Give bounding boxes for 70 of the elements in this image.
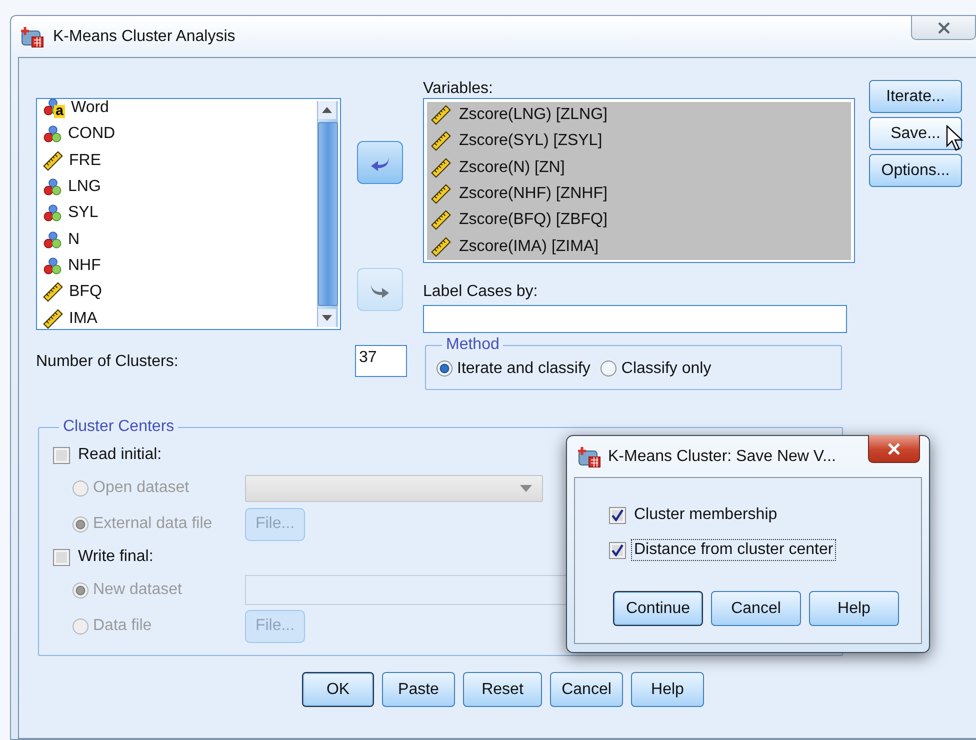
option-label: Iterate and classify — [457, 360, 590, 378]
method-group: Method Iterate and classify Classify only — [425, 336, 842, 390]
radio-button[interactable] — [436, 360, 453, 377]
dialog-button[interactable]: OK — [302, 672, 374, 707]
window-title: K-Means Cluster Analysis — [53, 28, 236, 46]
app-icon — [19, 24, 45, 48]
close-icon — [936, 22, 950, 34]
option-label: Classify only — [621, 360, 712, 378]
variables-label: Variables: — [423, 80, 493, 98]
variable-item[interactable]: BFQ — [43, 279, 315, 306]
checkbox-label: Write final: — [78, 548, 154, 566]
variable-item[interactable]: N — [43, 226, 315, 253]
option-label: New dataset — [93, 581, 182, 599]
dialog-button[interactable]: Reset — [463, 672, 542, 707]
checkbox-label: Read initial: — [78, 446, 162, 464]
dialog-button[interactable]: Continue — [613, 591, 703, 626]
dialog-button[interactable]: Cancel — [711, 591, 801, 626]
variable-item[interactable]: Zscore(NHF) [ZNHF] — [427, 180, 851, 208]
dialog-title: K-Means Cluster: Save New V... — [608, 448, 836, 466]
scroll-up-icon — [322, 107, 332, 113]
radio-button[interactable] — [72, 516, 89, 532]
variable-item[interactable]: COND — [43, 121, 315, 148]
dialog-button[interactable]: Cancel — [550, 672, 623, 707]
dropdown-caret-icon — [520, 484, 532, 492]
variable-item[interactable]: a Word — [43, 99, 315, 122]
variable-item[interactable]: Zscore(IMA) [ZIMA] — [427, 233, 851, 260]
checkbox-label: Cluster membership — [633, 505, 778, 525]
checkbox[interactable] — [609, 506, 626, 524]
radio-button[interactable] — [600, 360, 618, 377]
nominal-variable-icon — [43, 178, 62, 196]
scrollbar[interactable] — [317, 101, 338, 327]
dialog-button[interactable]: Paste — [382, 672, 455, 707]
close-icon — [887, 442, 901, 454]
scroll-down-icon — [322, 315, 332, 321]
dialog-button[interactable]: Options... — [869, 154, 962, 187]
checkbox[interactable] — [609, 542, 626, 558]
clusters-label: Number of Clusters: — [36, 352, 180, 372]
nominal-variable-icon — [43, 230, 62, 249]
nominal-variable-icon — [43, 256, 62, 275]
variable-item[interactable]: SYL — [43, 200, 315, 226]
move-button[interactable] — [357, 141, 403, 184]
variable-item[interactable]: Zscore(N) [ZN] — [427, 154, 851, 181]
clusters-field[interactable]: 37 — [355, 345, 407, 377]
variable-item[interactable]: LNG — [43, 174, 315, 200]
dialog-button[interactable]: Iterate... — [869, 80, 962, 113]
nominal-variable-icon — [43, 125, 62, 144]
label-cases-label: Label Cases by: — [423, 283, 538, 301]
variable-item[interactable]: Zscore(SYL) [ZSYL] — [427, 128, 851, 155]
checkbox-label: Distance from cluster center — [631, 539, 836, 561]
close-button[interactable] — [868, 435, 920, 463]
radio-button[interactable] — [72, 582, 89, 598]
dialog-button[interactable]: Help — [809, 591, 899, 626]
variable-item[interactable]: NHF — [43, 252, 315, 280]
radio-button[interactable] — [72, 480, 89, 496]
radio-button[interactable] — [72, 618, 89, 634]
option-label: Open dataset — [93, 479, 190, 497]
mouse-cursor-icon — [946, 125, 964, 151]
variable-item[interactable]: Zscore(BFQ) [ZBFQ] — [427, 207, 851, 234]
checkbox[interactable] — [53, 548, 70, 566]
dialog-button[interactable]: Help — [631, 672, 704, 707]
variable-item[interactable]: Zscore(LNG) [ZLNG] — [427, 102, 851, 128]
variable-item[interactable]: FRE — [43, 148, 315, 174]
nominal-variable-icon — [43, 204, 62, 222]
checkbox[interactable] — [53, 446, 70, 464]
app-icon — [576, 444, 602, 468]
variable-item[interactable]: IMA — [43, 305, 315, 329]
option-label: Data file — [93, 617, 152, 635]
close-button[interactable] — [911, 16, 976, 40]
label-cases-field[interactable] — [423, 305, 847, 333]
option-label: External data file — [93, 515, 212, 533]
